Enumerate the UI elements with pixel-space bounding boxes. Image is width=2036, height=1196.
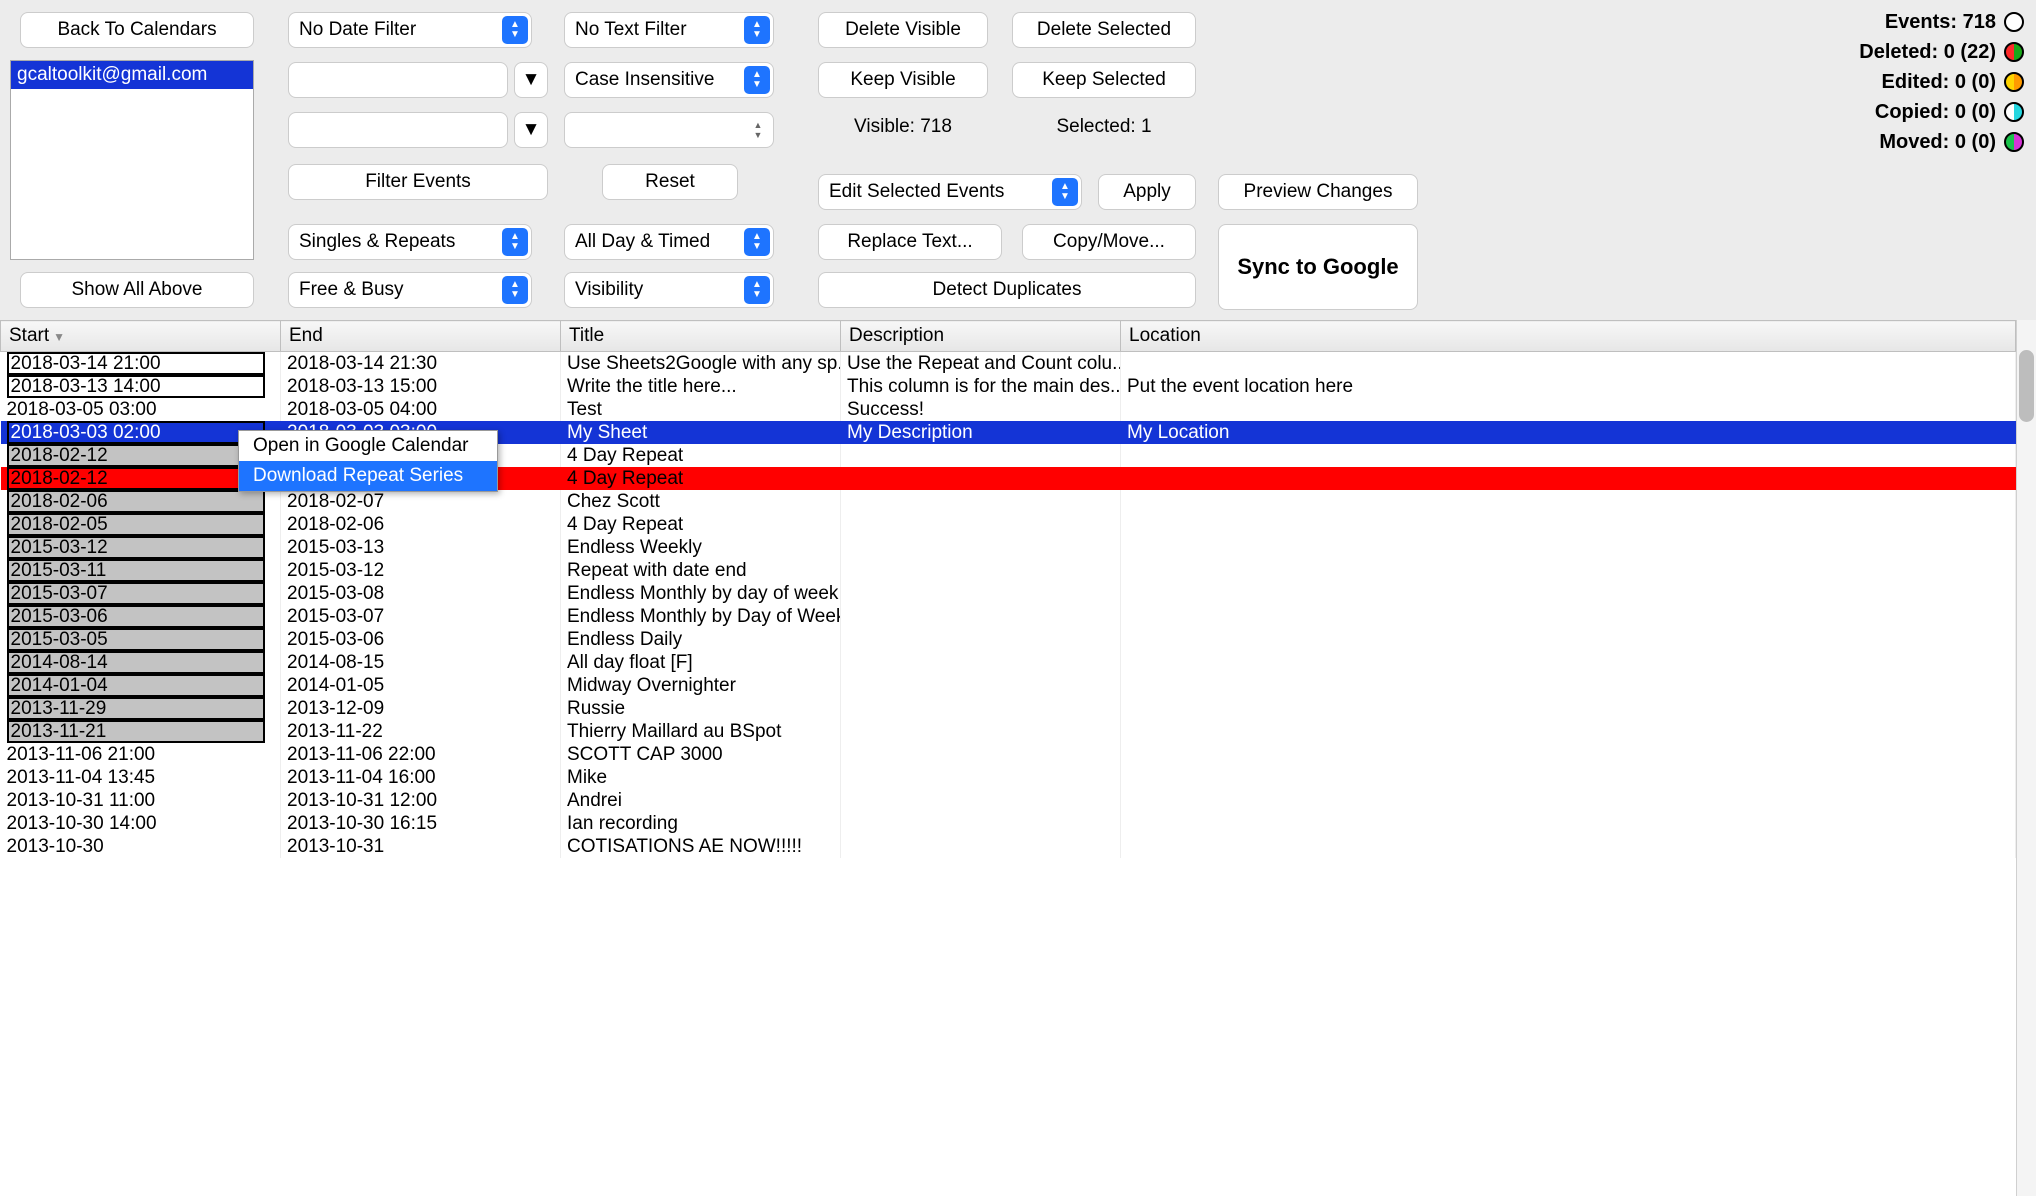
col-location[interactable]: Location (1121, 321, 2016, 352)
copy-move-button[interactable]: Copy/Move... (1022, 224, 1196, 260)
selected-count-label: Selected: 1 (1012, 116, 1196, 138)
free-busy-select[interactable]: Free & Busy ▲▼ (288, 272, 532, 308)
keep-selected-button[interactable]: Keep Selected (1012, 62, 1196, 98)
singles-repeats-label: Singles & Repeats (299, 231, 455, 253)
chevron-updown-icon: ▲▼ (502, 228, 528, 256)
pie-icon (2004, 42, 2024, 62)
context-open-in-gcal[interactable]: Open in Google Calendar (239, 431, 497, 461)
date-filter-select[interactable]: No Date Filter ▲▼ (288, 12, 532, 48)
apply-button[interactable]: Apply (1098, 174, 1196, 210)
table-row[interactable]: 2015-03-072015-03-08Endless Monthly by d… (1, 582, 2016, 605)
all-day-timed-label: All Day & Timed (575, 231, 710, 253)
table-row[interactable]: 2015-03-122015-03-13Endless Weekly (1, 536, 2016, 559)
replace-text-button[interactable]: Replace Text... (818, 224, 1002, 260)
stats-moved: Moved: 0 (0) (1879, 131, 1996, 154)
table-row[interactable]: 2015-03-052015-03-06Endless Daily (1, 628, 2016, 651)
pie-icon (2004, 132, 2024, 152)
calendar-list[interactable]: gcaltoolkit@gmail.com (10, 60, 254, 260)
edit-selected-events-select[interactable]: Edit Selected Events ▲▼ (818, 174, 1082, 210)
table-row[interactable]: 2015-03-112015-03-12Repeat with date end (1, 559, 2016, 582)
chevron-updown-icon: ▲▼ (744, 16, 770, 44)
stats-edited: Edited: 0 (0) (1882, 71, 1996, 94)
show-all-above-button[interactable]: Show All Above (20, 272, 254, 308)
preview-changes-button[interactable]: Preview Changes (1218, 174, 1418, 210)
table-row[interactable]: 2013-11-212013-11-22Thierry Maillard au … (1, 720, 2016, 743)
stats-events: Events: 718 (1885, 11, 1996, 34)
pie-icon (2004, 102, 2024, 122)
delete-selected-button[interactable]: Delete Selected (1012, 12, 1196, 48)
stats-copied: Copied: 0 (0) (1875, 101, 1996, 124)
table-row[interactable]: 2018-03-05 03:002018-03-05 04:00TestSucc… (1, 398, 2016, 421)
table-row[interactable]: 2013-10-30 14:002013-10-30 16:15Ian reco… (1, 812, 2016, 835)
visibility-select[interactable]: Visibility ▲▼ (564, 272, 774, 308)
date-value-dropdown[interactable]: ▼ (514, 62, 548, 98)
singles-repeats-select[interactable]: Singles & Repeats ▲▼ (288, 224, 532, 260)
chevron-updown-icon: ▲▼ (1052, 178, 1078, 206)
table-row[interactable]: 2013-11-06 21:002013-11-06 22:00SCOTT CA… (1, 743, 2016, 766)
reset-button[interactable]: Reset (602, 164, 738, 200)
delete-visible-button[interactable]: Delete Visible (818, 12, 988, 48)
sort-desc-icon: ▼ (53, 330, 65, 344)
table-row[interactable]: 2013-10-302013-10-31COTISATIONS AE NOW!!… (1, 835, 2016, 858)
table-row[interactable]: 2014-01-042014-01-05Midway Overnighter (1, 674, 2016, 697)
table-row[interactable]: 2013-11-292013-12-09Russie (1, 697, 2016, 720)
date-filter-label: No Date Filter (299, 19, 416, 41)
keep-visible-button[interactable]: Keep Visible (818, 62, 988, 98)
col-title[interactable]: Title (561, 321, 841, 352)
scroll-thumb[interactable] (2019, 350, 2034, 422)
date-value-dropdown-2[interactable]: ▼ (514, 112, 548, 148)
table-row[interactable]: 2015-03-062015-03-07Endless Monthly by D… (1, 605, 2016, 628)
visibility-label: Visibility (575, 279, 643, 301)
table-row[interactable]: 2018-02-052018-02-064 Day Repeat (1, 513, 2016, 536)
table-row[interactable]: 2018-03-13 14:002018-03-13 15:00Write th… (1, 375, 2016, 398)
text-filter-label: No Text Filter (575, 19, 687, 41)
chevron-updown-icon: ▲▼ (744, 276, 770, 304)
case-select[interactable]: Case Insensitive ▲▼ (564, 62, 774, 98)
stats-deleted: Deleted: 0 (22) (1859, 41, 1996, 64)
all-day-timed-select[interactable]: All Day & Timed ▲▼ (564, 224, 774, 260)
case-label: Case Insensitive (575, 69, 714, 91)
table-row[interactable]: 2018-03-14 21:002018-03-14 21:30Use Shee… (1, 352, 2016, 376)
stats-panel: Events: 718 Deleted: 0 (22) Edited: 0 (0… (1859, 8, 2024, 158)
visible-count-label: Visible: 718 (818, 116, 988, 138)
circle-icon (2004, 12, 2024, 32)
free-busy-label: Free & Busy (299, 279, 404, 301)
calendar-list-item[interactable]: gcaltoolkit@gmail.com (11, 61, 253, 89)
numeric-stepper[interactable]: ▲▼ (564, 112, 774, 148)
filter-events-button[interactable]: Filter Events (288, 164, 548, 200)
col-description[interactable]: Description (841, 321, 1121, 352)
table-row[interactable]: 2014-08-142014-08-15All day float [F] (1, 651, 2016, 674)
detect-duplicates-button[interactable]: Detect Duplicates (818, 272, 1196, 308)
chevron-updown-icon: ▲▼ (502, 16, 528, 44)
date-value-input[interactable] (288, 62, 508, 98)
table-row[interactable]: 2013-11-04 13:452013-11-04 16:00Mike (1, 766, 2016, 789)
table-row[interactable]: 2018-02-062018-02-07Chez Scott (1, 490, 2016, 513)
back-to-calendars-button[interactable]: Back To Calendars (20, 12, 254, 48)
edit-selected-events-label: Edit Selected Events (829, 181, 1004, 203)
col-start[interactable]: Start▼ (1, 321, 281, 352)
pie-icon (2004, 72, 2024, 92)
vertical-scrollbar[interactable] (2016, 320, 2036, 1196)
text-filter-select[interactable]: No Text Filter ▲▼ (564, 12, 774, 48)
col-end[interactable]: End (281, 321, 561, 352)
chevron-updown-icon: ▲▼ (744, 228, 770, 256)
sync-to-google-button[interactable]: Sync to Google (1218, 224, 1418, 310)
chevron-updown-icon: ▲▼ (744, 66, 770, 94)
context-download-repeat[interactable]: Download Repeat Series (239, 461, 497, 491)
date-value-input-2[interactable] (288, 112, 508, 148)
context-menu[interactable]: Open in Google Calendar Download Repeat … (238, 430, 498, 492)
table-row[interactable]: 2013-10-31 11:002013-10-31 12:00Andrei (1, 789, 2016, 812)
chevron-updown-icon: ▲▼ (502, 276, 528, 304)
stepper-arrows-icon: ▲▼ (749, 116, 767, 144)
